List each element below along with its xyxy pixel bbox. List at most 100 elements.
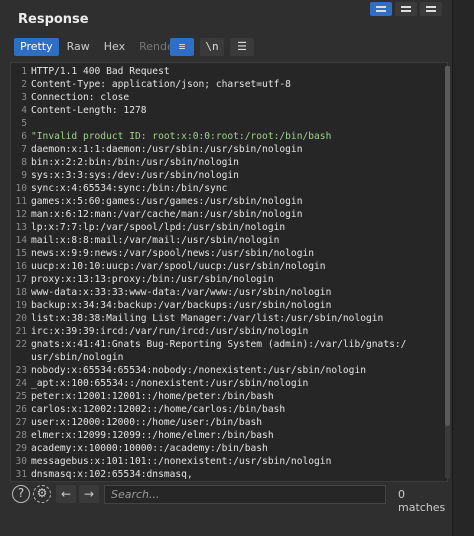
arrow-left-icon[interactable]: ← [56,485,76,503]
show-newlines-button[interactable]: \n [200,38,224,56]
line-text: irc:x:39:39:ircd:/var/run/ircd:/usr/sbin… [31,326,309,337]
code-line: 12 man:x:6:12:man:/var/cache/man:/usr/sbi… [11,208,302,221]
line-text: list:x:38:38:Mailing List Manager:/var/l… [31,313,384,324]
response-editor[interactable]: 1 HTTP/1.1 400 Bad Request 2 Content-Type: … [10,62,448,482]
line-number: 28 [15,430,27,441]
line-text: carlos:x:12002:12002::/home/carlos:/bin/… [31,404,286,415]
wrap-lines-icon[interactable]: ≡ [170,38,194,56]
code-line: 19 backup:x:34:34:backup:/var/backups:/us… [11,299,331,312]
code-line: 11 games:x:5:60:games:/usr/games:/usr/sbi… [11,195,302,208]
code-line: 14 mail:x:8:8:mail:/var/mail:/usr/sbin/no… [11,234,279,247]
code-line: 16 uucp:x:10:10:uucp:/var/spool/uucp:/usr… [11,260,326,273]
code-line: 6 "Invalid product ID: root:x:0:0:root:/r… [11,130,331,143]
line-number: 8 [21,157,27,168]
line-number: 15 [15,248,27,259]
line-number: 11 [15,196,27,207]
line-text: Content-Length: 1278 [31,105,147,116]
code-line: 13 lp:x:7:7:lp:/var/spool/lpd:/usr/sbin/n… [11,221,285,234]
response-panel: Response Pretty Raw Hex Render ≡ \n ☰ 1H… [0,0,452,536]
line-text: gnats:x:41:41:Gnats Bug-Reporting System… [31,339,407,350]
line-text: sync:x:4:65534:sync:/bin:/bin/sync [31,183,228,194]
editor-scrollbar[interactable] [445,66,450,478]
line-number: 18 [15,287,27,298]
code-line: 29 academy:x:10000:10000::/academy:/bin/b… [11,442,268,455]
code-line: 20 list:x:38:38:Mailing List Manager:/var… [11,312,383,325]
line-text: uucp:x:10:10:uucp:/var/spool/uucp:/usr/s… [31,261,326,272]
line-number: 12 [15,209,27,220]
line-number: 10 [15,183,27,194]
code-line: 4 Content-Length: 1278 [11,104,147,117]
line-number: 14 [15,235,27,246]
line-text: Connection: close [31,92,130,103]
tab-raw[interactable]: Raw [61,38,96,56]
line-number: 4 [21,105,27,116]
line-number: 29 [15,443,27,454]
code-line: 17 proxy:x:13:13:proxy:/bin:/usr/sbin/nol… [11,273,274,286]
line-number: 21 [15,326,27,337]
code-line: 10 sync:x:4:65534:sync:/bin:/bin/sync [11,182,227,195]
line-text: proxy:x:13:13:proxy:/bin:/usr/sbin/nolog… [31,274,274,285]
line-text: nobody:x:65534:65534:nobody:/nonexistent… [31,365,367,376]
code-line: 23 nobody:x:65534:65534:nobody:/nonexiste… [11,364,366,377]
line-number: 16 [15,261,27,272]
line-number: 13 [15,222,27,233]
line-text: peter:x:12001:12001::/home/peter:/bin/ba… [31,391,274,402]
code-line: 27 user:x:12000:12000::/home/user:/bin/ba… [11,416,262,429]
line-number: 20 [15,313,27,324]
line-number: 31 [15,469,27,480]
line-number: 27 [15,417,27,428]
line-number: 1 [21,66,27,77]
line-number: 25 [15,391,27,402]
line-text: lp:x:7:7:lp:/var/spool/lpd:/usr/sbin/nol… [31,222,286,233]
code-line: 3 Connection: close [11,91,129,104]
line-number: 22 [15,339,27,350]
line-text: man:x:6:12:man:/var/cache/man:/usr/sbin/… [31,209,303,220]
line-text: HTTP/1.1 400 Bad Request [31,66,170,77]
line-number: 17 [15,274,27,285]
line-number: 23 [15,365,27,376]
scrollbar-thumb[interactable] [445,66,450,426]
code-line: 21 irc:x:39:39:ircd:/var/run/ircd:/usr/sb… [11,325,308,338]
layout-columns-icon[interactable] [370,2,392,16]
view-tabs: Pretty Raw Hex Render [14,38,184,56]
hamburger-menu-icon[interactable]: ☰ [230,38,254,56]
layout-rows-icon[interactable] [395,2,417,16]
line-number: 7 [21,144,27,155]
help-icon[interactable]: ? [12,485,30,503]
tab-pretty[interactable]: Pretty [14,38,59,56]
line-number: 24 [15,378,27,389]
line-text: games:x:5:60:games:/usr/games:/usr/sbin/… [31,196,303,207]
line-text: bin:x:2:2:bin:/bin:/usr/sbin/nologin [31,157,239,168]
line-text: www-data:x:33:33:www-data:/var/www:/usr/… [31,287,332,298]
line-number: 9 [21,170,27,181]
line-text: news:x:9:9:news:/var/spool/news:/usr/sbi… [31,248,315,259]
search-input[interactable] [104,485,386,504]
line-number: 5 [21,118,27,129]
code-line: 26 carlos:x:12002:12002::/home/carlos:/bi… [11,403,285,416]
line-text: usr/sbin/nologin [31,352,124,363]
line-text: messagebus:x:101:101::/nonexistent:/usr/… [31,456,332,467]
layout-single-icon[interactable] [420,2,442,16]
gear-icon[interactable]: ⚙ [33,485,51,503]
code-line: 24 _apt:x:100:65534::/nonexistent:/usr/sb… [11,377,308,390]
code-line: 1 HTTP/1.1 400 Bad Request [11,65,170,78]
line-text: sys:x:3:3:sys:/dev:/usr/sbin/nologin [31,170,239,181]
match-count: 0 matches [398,488,446,514]
line-text: academy:x:10000:10000::/academy:/bin/bas… [31,443,268,454]
code-line: 5 [11,117,31,130]
line-text: "Invalid product ID: root:x:0:0:root:/ro… [31,131,332,142]
code-line: 8 bin:x:2:2:bin:/bin:/usr/sbin/nologin [11,156,239,169]
line-text: dnsmasq:x:102:65534:dnsmasq, [31,469,193,480]
code-line: 2 Content-Type: application/json; charset… [11,78,291,91]
view-layout-toggles [370,2,442,16]
tab-hex[interactable]: Hex [98,38,131,56]
line-number: 6 [21,131,27,142]
arrow-right-icon[interactable]: → [79,485,99,503]
line-number: 26 [15,404,27,415]
line-text: mail:x:8:8:mail:/var/mail:/usr/sbin/nolo… [31,235,280,246]
line-number: 3 [21,92,27,103]
line-text: daemon:x:1:1:daemon:/usr/sbin:/usr/sbin/… [31,144,303,155]
code-line: 25 peter:x:12001:12001::/home/peter:/bin/… [11,390,274,403]
line-text: backup:x:34:34:backup:/var/backups:/usr/… [31,300,332,311]
line-text: user:x:12000:12000::/home/user:/bin/bash [31,417,263,428]
